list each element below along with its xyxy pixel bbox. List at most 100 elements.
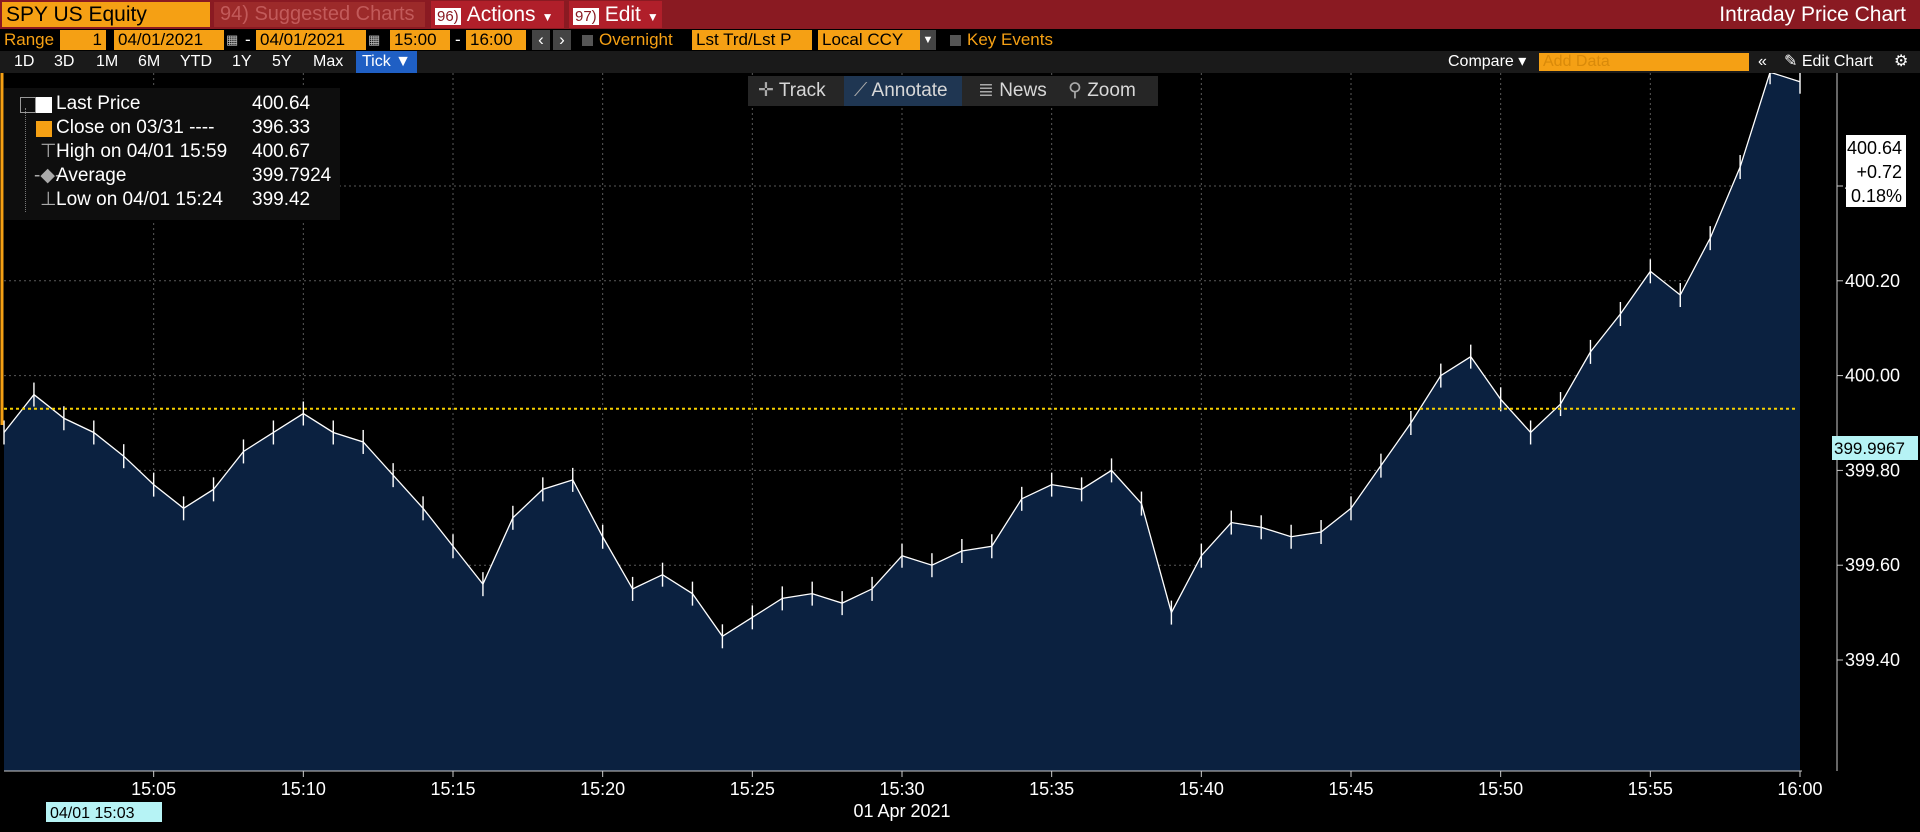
compare-button[interactable]: Compare ▾ [1448,51,1526,73]
period-ytd[interactable]: YTD [180,51,212,73]
y-tick-label-1: 399.60 [1845,555,1900,575]
caret-down-icon: ▼ [541,10,554,24]
tick-select[interactable]: Tick ▼ [356,51,418,73]
pencil-icon: ⟋ [854,80,868,101]
news-button[interactable]: ≣ News [978,76,1047,106]
crosshair-icon: ✛ [758,80,774,101]
checkbox-icon [582,35,593,46]
suggested-charts-button[interactable]: 94) Suggested Charts [214,2,425,27]
y-tick-label-2: 399.80 [1845,460,1900,480]
period-1m[interactable]: 1M [96,51,118,73]
annotate-label: Annotate [871,80,948,101]
add-data-placeholder: Add Data [1543,53,1610,70]
range-value-input[interactable]: 1 [60,30,106,50]
legend-swatch-close [36,121,52,137]
currency-select[interactable]: Local CCY [818,30,932,50]
legend-value: 399.42 [252,189,311,210]
ticker-field[interactable]: SPY US Equity [2,2,210,27]
edit-menu[interactable]: 97) Edit ▼ [569,1,662,28]
header-bar: SPY US Equity 94) Suggested Charts 96) Ac… [0,0,1920,29]
overnight-label: Overnight [599,30,673,49]
legend-swatch-last [36,97,52,113]
legend-label: Average [56,165,127,186]
legend-value: 399.7924 [252,165,332,186]
actions-menu[interactable]: 96) Actions ▼ [431,1,564,28]
start-time-input[interactable]: 15:00 [390,30,450,50]
period-6m[interactable]: 6M [138,51,160,73]
x-tick-label-10: 15:55 [1628,779,1673,799]
x-tick-label-2: 15:15 [430,779,475,799]
period-3d[interactable]: 3D [54,51,74,73]
legend-value: 400.64 [252,93,311,114]
chevron-left-icon[interactable]: ‹ [532,30,550,50]
x-axis-label: 01 Apr 2021 [853,801,950,821]
y-tick-label-0: 399.40 [1845,650,1900,670]
x-tick-label-1: 15:10 [281,779,326,799]
change-value: +0.72 [1856,162,1902,182]
period-1d[interactable]: 1D [14,51,34,73]
chart-toolbar: ✛ Track ⟋ Annotate ≣ News ⚲ Zoom [748,76,1158,106]
x-tick-label-4: 15:25 [730,779,775,799]
end-date-input[interactable]: 04/01/2021 [256,30,366,50]
end-time-input[interactable]: 16:00 [466,30,526,50]
add-data-input[interactable]: Add Data [1539,53,1749,71]
x-tick-label-8: 15:45 [1328,779,1373,799]
overnight-checkbox[interactable]: Overnight [582,30,673,50]
legend-label: Last Price [56,93,141,114]
legend-value: 396.33 [252,117,311,138]
x-tick-label-5: 15:30 [879,779,924,799]
low-marker-icon: ⊥ [40,189,57,210]
caret-down-icon[interactable]: ▼ [920,30,936,50]
legend: Last Price 400.64 Close on 03/31 ---- 39… [4,88,340,220]
track-label: Track [778,80,826,101]
last-price-value: 400.64 [1847,138,1902,158]
actions-label: Actions [466,3,536,26]
legend-label: Low on 04/01 15:24 [56,189,223,210]
caret-down-icon: ▼ [646,10,659,24]
zoom-label: Zoom [1087,80,1136,101]
chevron-right-icon[interactable]: › [553,30,571,50]
x-tick-label-6: 15:35 [1029,779,1074,799]
annotate-button[interactable]: ⟋ Annotate [844,76,962,106]
zoom-button[interactable]: ⚲ Zoom [1068,76,1136,106]
range-label: Range [4,30,55,49]
edit-number: 97) [573,8,599,25]
time-dash: - [455,30,461,49]
checkbox-icon [950,35,961,46]
average-value-label: 399.9967 [1834,439,1905,458]
minus-box-icon[interactable] [20,97,36,113]
edit-chart-label: Edit Chart [1801,53,1873,70]
x-tick-label-3: 15:20 [580,779,625,799]
key-events-checkbox[interactable]: Key Events [950,30,1053,50]
news-icon: ≣ [978,80,994,101]
range-controls: Range 1 04/01/2021 ▦ - 04/01/2021 ▦ 15:0… [0,29,1920,51]
track-button[interactable]: ✛ Track [758,76,826,106]
change-pct-value: 0.18% [1851,186,1902,206]
date-dash: - [245,30,251,49]
news-label: News [999,80,1047,101]
window-title: Intraday Price Chart [1719,3,1906,26]
price-type-select[interactable]: Lst Trd/Lst P [692,30,812,50]
calendar-icon[interactable]: ▦ [368,30,380,50]
key-events-label: Key Events [967,30,1053,49]
period-5y[interactable]: 5Y [272,51,292,73]
period-bar: 1D 3D 1M 6M YTD 1Y 5Y Max Tick ▼ Compare… [0,51,1920,73]
period-1y[interactable]: 1Y [232,51,252,73]
x-tick-label-0: 15:05 [131,779,176,799]
legend-tree-line [25,108,27,212]
y-tick-label-3: 400.00 [1845,366,1900,386]
x-tick-label-9: 15:50 [1478,779,1523,799]
start-date-input[interactable]: 04/01/2021 [114,30,224,50]
x-tick-label-11: 16:00 [1777,779,1822,799]
y-tick-label-4: 400.20 [1845,271,1900,291]
calendar-icon[interactable]: ▦ [226,30,238,50]
edit-label: Edit [604,3,641,26]
search-icon: ⚲ [1068,80,1082,101]
period-max[interactable]: Max [313,51,343,73]
legend-label: High on 04/01 15:59 [56,141,228,162]
edit-chart-button[interactable]: ✎ Edit Chart [1784,51,1873,73]
gear-icon[interactable]: ⚙ [1894,51,1908,73]
collapse-icon[interactable]: « [1758,51,1767,73]
pencil-icon: ✎ [1784,53,1798,70]
actions-number: 96) [435,8,461,25]
